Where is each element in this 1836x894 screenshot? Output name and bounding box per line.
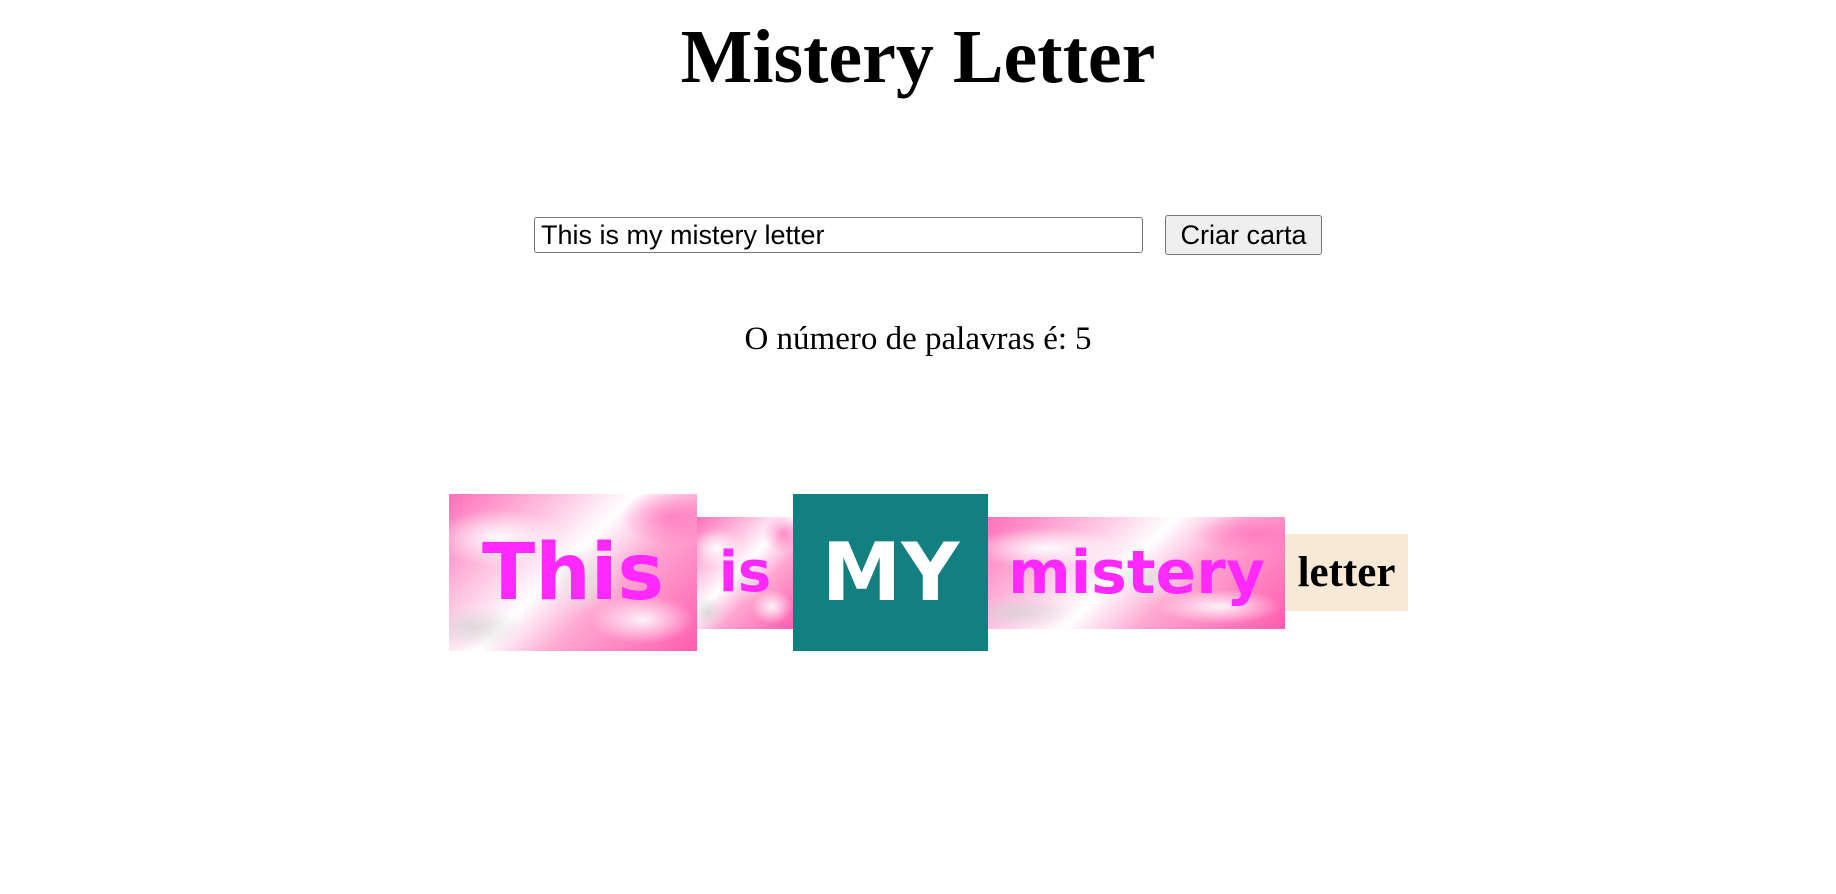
letter-word[interactable]: letter bbox=[1285, 534, 1408, 611]
letter-word[interactable]: mistery bbox=[988, 516, 1285, 629]
word-count-label: O número de palavras é: bbox=[744, 321, 1068, 357]
mistery-letter: This is MY mistery letter bbox=[449, 494, 1408, 651]
letter-word[interactable]: This bbox=[449, 494, 697, 651]
letter-word[interactable]: is bbox=[697, 516, 793, 629]
letter-text-input[interactable] bbox=[534, 217, 1143, 253]
word-count-value: 5 bbox=[1075, 321, 1092, 357]
letter-form: Criar carta bbox=[534, 215, 1322, 255]
word-count-text: O número de palavras é: 5 bbox=[0, 317, 1836, 361]
create-letter-button[interactable]: Criar carta bbox=[1165, 215, 1322, 255]
letter-word[interactable]: MY bbox=[793, 494, 988, 651]
page-title: Mistery Letter bbox=[680, 15, 1156, 99]
